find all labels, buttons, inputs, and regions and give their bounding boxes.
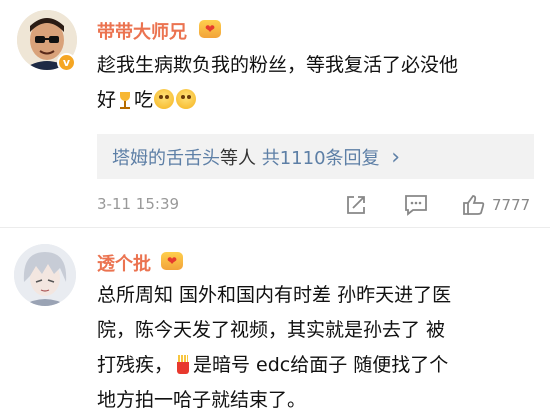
drink-emoji-icon	[117, 89, 133, 109]
fan-badge-icon: ❤	[161, 252, 183, 270]
text-fragment: 是暗号 edc给面子 随便找了个	[193, 354, 449, 376]
fan-badge-icon: ❤	[199, 20, 221, 38]
comment-text-line-3: 打残疾， 是暗号 edc给面子 随便找了个	[97, 348, 451, 383]
comment-text-line-4: 地方拍一哈子就结束了。	[97, 389, 307, 411]
divider	[0, 227, 550, 228]
reply-user[interactable]: 塔姆的舌舌头	[112, 148, 220, 169]
fries-emoji-icon	[175, 354, 191, 374]
comment-text: 总所周知 国外和国内有时差 孙昨天进了医 院，陈今天发了视频，其实就是孙去了 被…	[97, 278, 451, 418]
laugh-emoji-icon	[176, 89, 197, 109]
comment-icon	[405, 195, 427, 216]
comment-button[interactable]	[404, 191, 428, 219]
like-button[interactable]: 7777	[462, 191, 530, 219]
avatar-portrait	[14, 244, 76, 306]
avatar[interactable]	[14, 244, 76, 306]
reply-middle-text: 等人	[220, 148, 256, 169]
text-fragment: 好	[97, 89, 117, 111]
share-button[interactable]	[345, 191, 367, 219]
username[interactable]: 带带大师兄	[97, 18, 187, 44]
text-fragment: 吃	[134, 89, 154, 111]
reply-count[interactable]: 共1110条回复	[262, 148, 380, 169]
like-icon	[463, 195, 485, 215]
share-icon	[347, 196, 365, 214]
timestamp: 3-11 15:39	[97, 195, 180, 213]
comment-actions: 3-11 15:39 7777	[97, 191, 542, 219]
reply-thread-box[interactable]: 塔姆的舌舌头等人 共1110条回复 ›	[97, 134, 534, 179]
reply-thread-link[interactable]: 塔姆的舌舌头等人 共1110条回复 ›	[112, 144, 400, 170]
chevron-right-icon: ›	[391, 145, 401, 170]
verified-badge-icon: v	[57, 53, 76, 72]
comment-text: 趁我生病欺负我的粉丝，等我复活了必没他 好吃	[97, 48, 458, 118]
comment-text-line-1: 趁我生病欺负我的粉丝，等我复活了必没他	[97, 54, 459, 76]
comment-text-line-2: 院，陈今天发了视频，其实就是孙去了 被	[97, 319, 446, 341]
username[interactable]: 透个批	[97, 250, 151, 276]
comment-text-line-1: 总所周知 国外和国内有时差 孙昨天进了医	[97, 284, 452, 306]
comment-text-line-2: 好吃	[97, 83, 458, 118]
text-fragment: 打残疾，	[97, 354, 174, 376]
like-count: 7777	[492, 196, 531, 214]
laugh-emoji-icon	[154, 89, 175, 109]
